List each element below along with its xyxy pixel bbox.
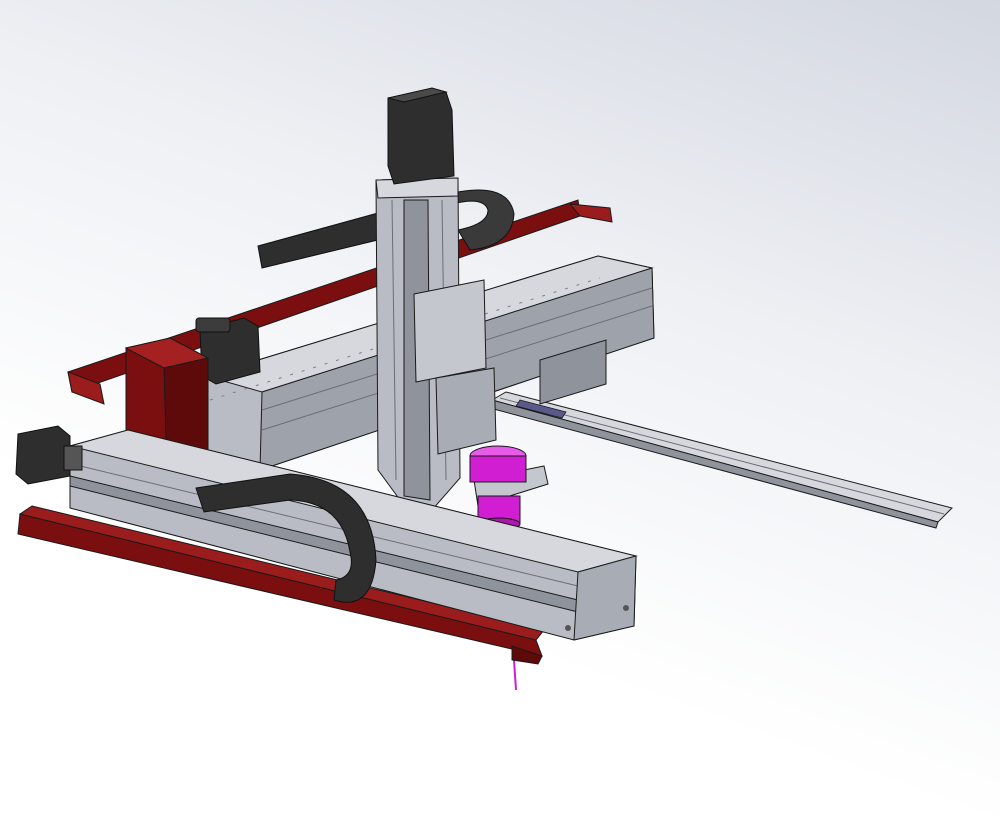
guide-rail[interactable] <box>489 391 953 529</box>
z-axis-servo-motor[interactable] <box>387 87 455 185</box>
cad-viewport[interactable] <box>0 0 1000 820</box>
gantry-model[interactable] <box>0 0 1000 820</box>
